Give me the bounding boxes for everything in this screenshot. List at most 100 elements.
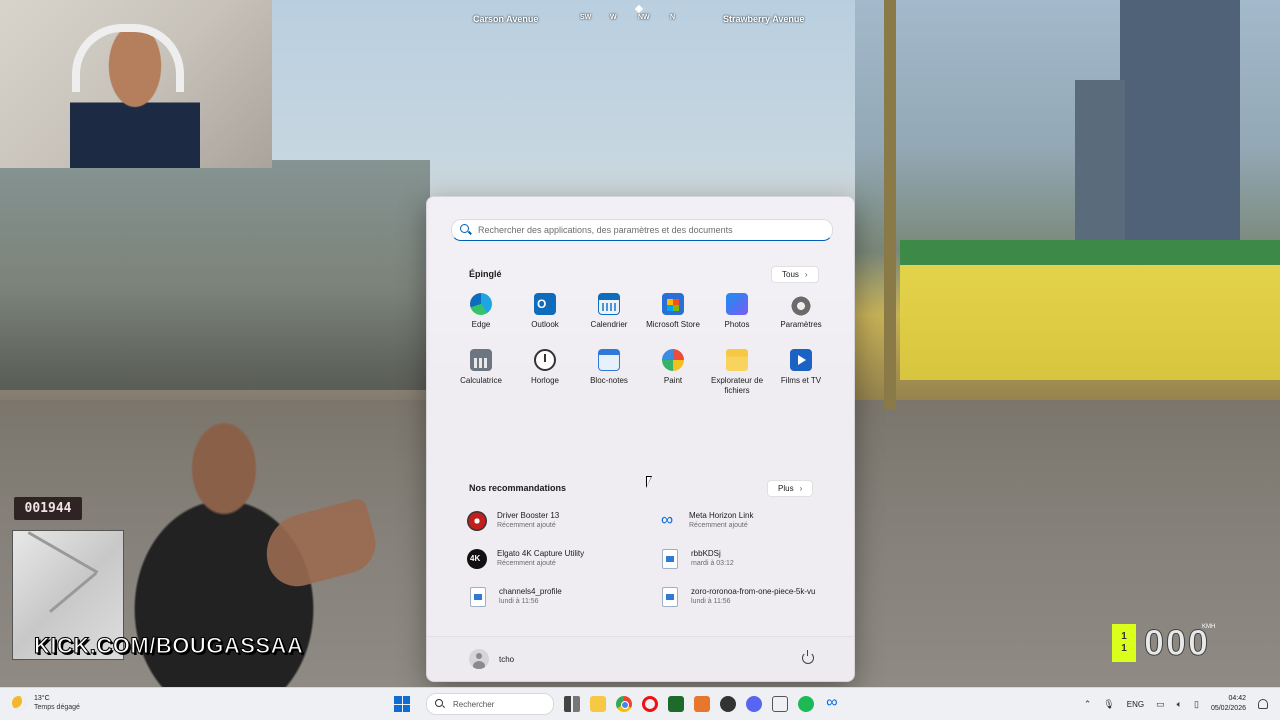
app-label: Paramètres: [780, 320, 822, 329]
pinned-app-films-tv[interactable]: Films et TV: [769, 349, 833, 397]
app-icon[interactable]: [694, 696, 710, 712]
language-indicator[interactable]: ENG: [1127, 700, 1144, 709]
meta-icon[interactable]: ∞: [824, 695, 840, 712]
elgato-icon: [467, 549, 487, 569]
app-label: Bloc-notes: [590, 376, 628, 385]
speed-unit: KMH: [1202, 624, 1216, 630]
user-avatar-icon: [469, 649, 489, 669]
pinned-app-calculator[interactable]: Calculatrice: [449, 349, 513, 397]
app-label: Paint: [663, 376, 683, 385]
recommendation-item[interactable]: Driver Booster 13 Récemment ajouté: [467, 509, 659, 533]
search-icon: [460, 224, 472, 236]
pinned-app-paint[interactable]: Paint: [641, 349, 705, 397]
pinned-app-edge[interactable]: Edge: [449, 293, 513, 341]
taskbar-clock[interactable]: 04:42 05/02/2026: [1211, 694, 1246, 714]
kick-url: KICK.COM/BOUGASSAA: [33, 633, 304, 659]
recommendation-item[interactable]: Elgato 4K Capture Utility Récemment ajout…: [467, 547, 659, 571]
windows-start-icon[interactable]: [394, 696, 410, 712]
recommendation-title: Meta Horizon Link: [689, 511, 754, 520]
chevron-right-icon: ›: [804, 270, 808, 279]
mouse-cursor-icon: [646, 476, 652, 488]
app-icon[interactable]: [772, 696, 788, 712]
clock-date: 05/02/2026: [1210, 705, 1246, 712]
chrome-icon[interactable]: [616, 696, 632, 712]
taskbar-search-label: Rechercher: [453, 699, 495, 709]
recommendation-item[interactable]: rbbKDSj mardi à 03:12: [659, 547, 827, 571]
pinned-app-photos[interactable]: Photos: [705, 293, 769, 341]
weather-widget[interactable]: 13°C Temps dégagé: [12, 694, 80, 712]
recommendation-title: rbbKDSj: [691, 549, 721, 558]
films-tv-icon: [790, 349, 812, 371]
recommendation-title: channels4_profile: [499, 587, 562, 596]
pinned-app-store[interactable]: Microsoft Store: [641, 293, 705, 341]
chevron-up-icon[interactable]: ⌃: [1084, 699, 1092, 710]
recommendation-title: Elgato 4K Capture Utility: [497, 549, 585, 558]
recommendations-list: Driver Booster 13 Récemment ajouté Meta H…: [467, 509, 827, 609]
more-recommendations-button[interactable]: Plus ›: [767, 480, 814, 497]
chevron-right-icon: ›: [799, 484, 803, 493]
hud-compass: Carson Avenue SW W NW N Strawberry Avenu…: [470, 4, 820, 28]
opera-icon[interactable]: [642, 696, 658, 712]
settings-gear-icon: [790, 295, 812, 317]
pinned-app-clock[interactable]: Horloge: [513, 349, 577, 397]
power-icon[interactable]: [802, 650, 814, 664]
app-label: Microsoft Store: [646, 320, 700, 329]
app-label: Calculatrice: [460, 376, 502, 385]
hud-timer: 001944: [14, 497, 82, 520]
taskbar: 13°C Temps dégagé Rechercher ∞ ⌃ 🎙︎ ENG …: [0, 687, 1280, 720]
compass-dir: N: [670, 14, 676, 21]
microphone-icon[interactable]: 🎙︎: [1103, 699, 1114, 710]
pinned-app-outlook[interactable]: Outlook: [513, 293, 577, 341]
gear-value: 1: [1121, 643, 1127, 654]
pinned-apps-grid: Edge Outlook Calendrier Microsoft Store …: [449, 293, 833, 397]
app-icon[interactable]: [720, 696, 736, 712]
all-apps-label: Tous: [782, 270, 799, 279]
start-search-box[interactable]: [451, 219, 833, 241]
task-view-icon[interactable]: [564, 696, 580, 712]
gear-value: 1: [1121, 631, 1127, 642]
discord-icon[interactable]: [746, 696, 762, 712]
compass-dir: W: [610, 14, 617, 21]
weather-temperature: 13°C: [34, 695, 50, 702]
notification-bell-icon[interactable]: [1258, 699, 1268, 709]
driver-booster-icon: [467, 511, 487, 531]
battery-icon[interactable]: ▯: [1194, 699, 1199, 710]
start-search-input[interactable]: [478, 225, 818, 235]
app-label: Edge: [471, 320, 491, 329]
pinned-app-notepad[interactable]: Bloc-notes: [577, 349, 641, 397]
volume-icon[interactable]: 🔈︎: [1177, 699, 1182, 710]
recommendation-subtitle: lundi à 11:56: [499, 598, 539, 605]
recommendation-subtitle: Récemment ajouté: [689, 522, 748, 529]
pinned-app-file-explorer[interactable]: Explorateur de fichiers: [705, 349, 769, 397]
notepad-icon: [598, 349, 620, 371]
kick-watermark: KICK.COM/BOUGASSAA: [33, 633, 304, 659]
start-menu: Épinglé Tous › Edge Outlook Calendrier M…: [426, 196, 855, 682]
compass-dir: NW: [638, 14, 650, 21]
pinned-app-settings[interactable]: Paramètres: [769, 293, 833, 341]
recommendation-item[interactable]: Meta Horizon Link Récemment ajouté: [659, 509, 827, 533]
pinned-section-title: Épinglé: [469, 269, 502, 279]
speed-value: 000: [1143, 622, 1211, 664]
meta-icon: [659, 510, 679, 531]
calendar-icon: [598, 293, 620, 315]
webcam-overlay-top: [0, 0, 272, 168]
taskbar-search[interactable]: Rechercher: [426, 693, 554, 715]
file-explorer-icon[interactable]: [590, 696, 606, 712]
app-label: Horloge: [530, 376, 559, 385]
recommendation-subtitle: Récemment ajouté: [497, 560, 556, 567]
recommendation-title: Driver Booster 13: [497, 511, 560, 520]
spotify-icon[interactable]: [798, 696, 814, 712]
paint-icon: [662, 349, 684, 371]
app-label: Explorateur de fichiers: [710, 376, 764, 395]
user-account-button[interactable]: tcho: [469, 649, 514, 669]
clock-time: 04:42: [1228, 695, 1246, 702]
recommendation-item[interactable]: channels4_profilelundi à 11:56: [467, 585, 659, 609]
pinned-app-calendar[interactable]: Calendrier: [577, 293, 641, 341]
game-launcher-icon[interactable]: [668, 696, 684, 712]
all-apps-button[interactable]: Tous ›: [771, 266, 819, 283]
compass-dir: SW: [580, 14, 592, 21]
network-icon[interactable]: ▭: [1156, 699, 1165, 710]
recommendation-item[interactable]: zoro-roronoa-from-one-piece-5k-vu lundi à…: [659, 585, 827, 609]
clock-icon: [534, 349, 556, 371]
outlook-icon: [534, 293, 556, 315]
